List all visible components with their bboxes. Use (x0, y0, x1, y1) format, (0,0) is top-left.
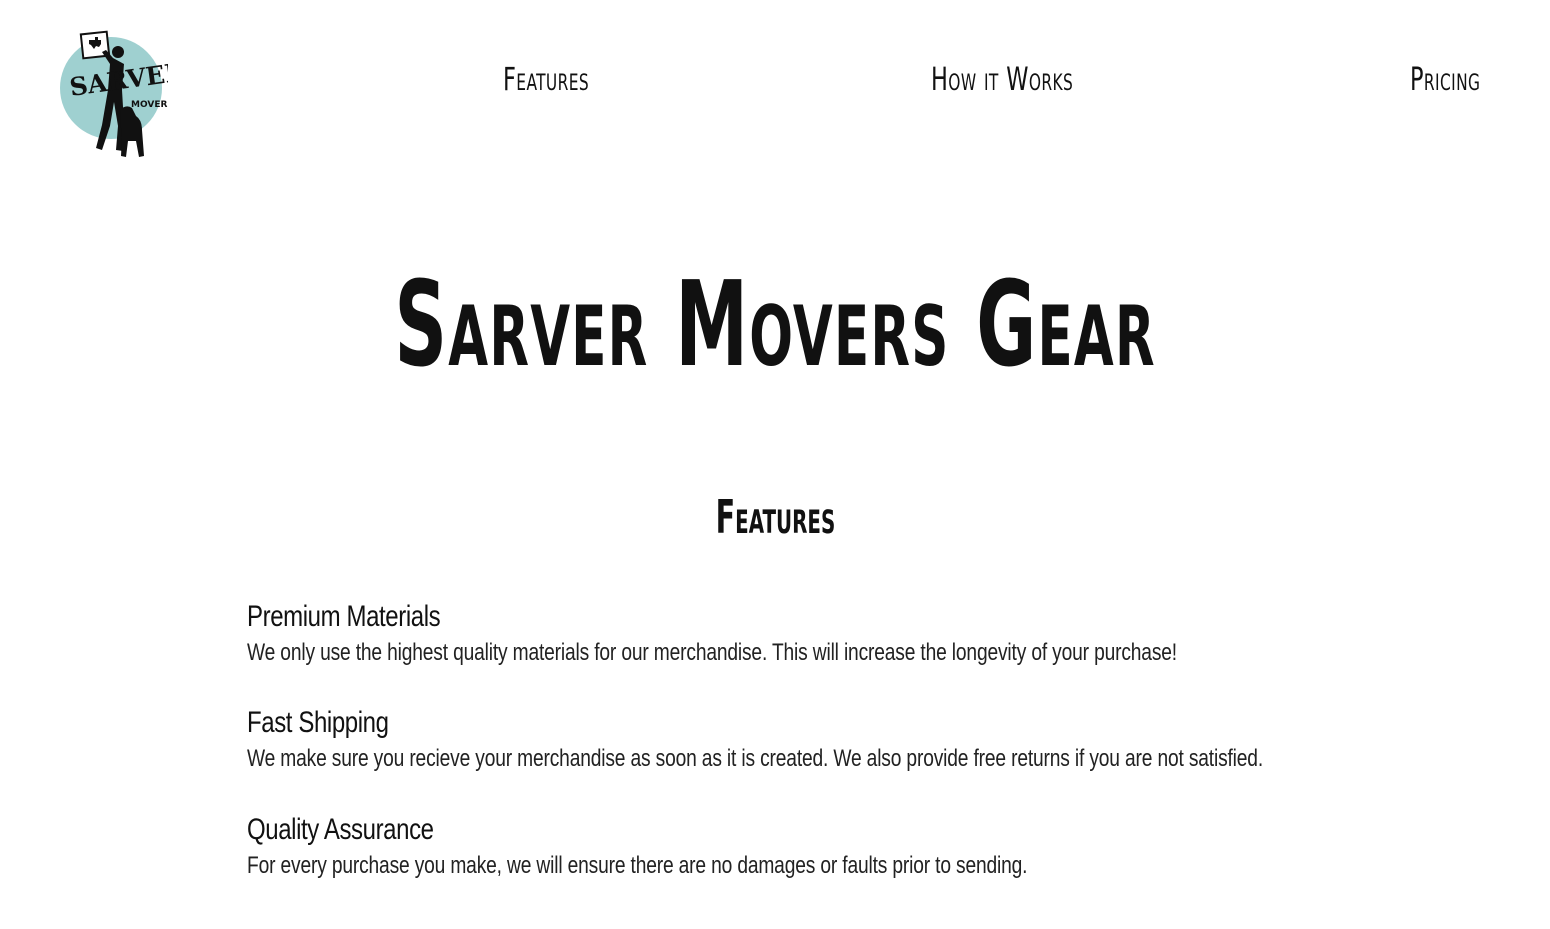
nav-link-features[interactable]: Features (503, 60, 589, 98)
feature-item: Premium Materials We only use the highes… (247, 600, 1447, 668)
features-section-title-text: Features (715, 490, 835, 544)
sarver-movers-logo[interactable]: SARVER MOVERS (58, 30, 187, 160)
hero-title: Sarver Movers Gear (0, 255, 1550, 393)
feature-item: Quality Assurance For every purchase you… (247, 813, 1447, 881)
hero-title-text: Sarver Movers Gear (394, 255, 1156, 393)
logo-icon: SARVER MOVERS (60, 30, 187, 157)
header: SARVER MOVERS Features How it Works Pric… (0, 0, 1550, 170)
feature-item: Fast Shipping We make sure you recieve y… (247, 706, 1447, 774)
page: SARVER MOVERS Features How it Works Pric… (0, 0, 1550, 929)
nav-link-pricing[interactable]: Pricing (1410, 60, 1480, 98)
features-section-title: Features (0, 490, 1550, 544)
feature-title: Fast Shipping (247, 706, 389, 739)
feature-title: Quality Assurance (247, 813, 434, 846)
feature-description: We make sure you recieve your merchandis… (247, 745, 1263, 772)
feature-description: We only use the highest quality material… (247, 639, 1177, 666)
feature-description: For every purchase you make, we will ens… (247, 852, 1028, 879)
svg-text:MOVERS: MOVERS (131, 100, 168, 110)
feature-title: Premium Materials (247, 600, 441, 633)
nav-link-how-it-works[interactable]: How it Works (931, 60, 1073, 98)
